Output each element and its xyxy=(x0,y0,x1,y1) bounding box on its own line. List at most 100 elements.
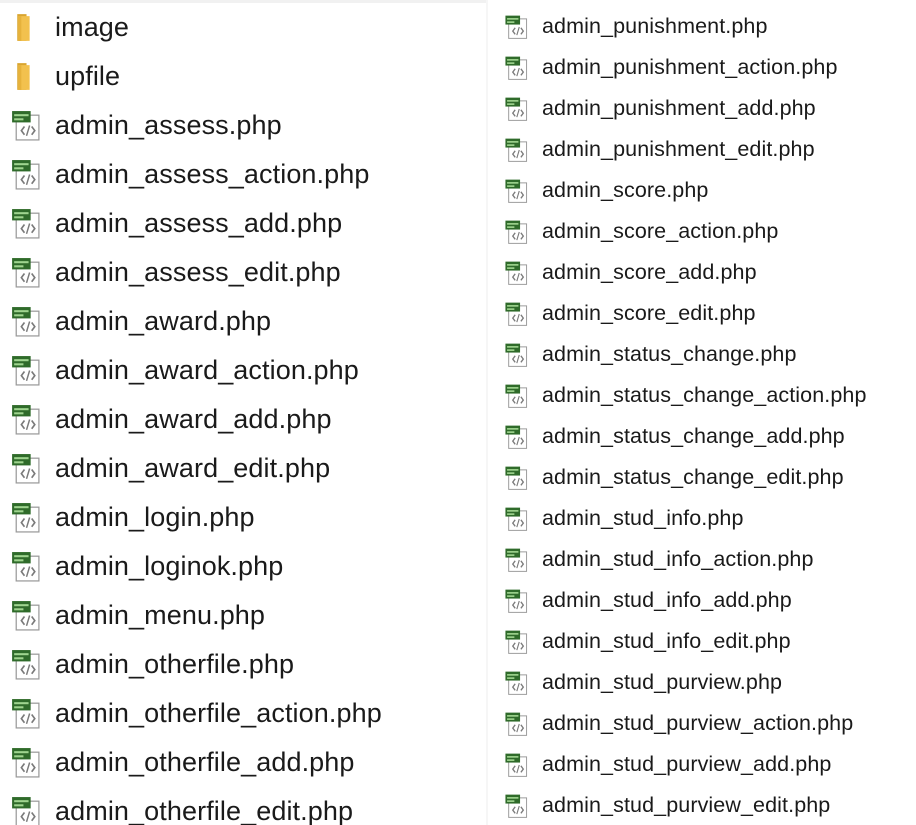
php-file-icon xyxy=(503,96,529,122)
file-item[interactable]: admin_score_add.php xyxy=(488,252,916,293)
php-file-icon xyxy=(503,14,529,40)
file-name: admin_otherfile_edit.php xyxy=(55,796,354,825)
folder-item[interactable]: upfile xyxy=(0,52,486,101)
file-item[interactable]: admin_otherfile_action.php xyxy=(0,689,486,738)
file-column-left: image upfile admin_assess.php admin_assess_… xyxy=(0,0,488,825)
php-file-icon xyxy=(503,301,529,327)
file-item[interactable]: admin_status_change_edit.php xyxy=(488,457,916,498)
php-file-icon xyxy=(503,383,529,409)
file-name: admin_otherfile_add.php xyxy=(55,747,355,777)
php-file-icon xyxy=(503,55,529,81)
file-name: admin_punishment_action.php xyxy=(542,55,838,79)
file-item[interactable]: admin_award_action.php xyxy=(0,346,486,395)
file-name: admin_stud_purview_edit.php xyxy=(542,793,831,817)
php-file-icon xyxy=(9,109,42,142)
php-file-icon xyxy=(9,550,42,583)
file-name: admin_otherfile_action.php xyxy=(55,698,382,728)
file-name: admin_assess_add.php xyxy=(55,208,343,238)
php-file-icon xyxy=(503,178,529,204)
file-item[interactable]: admin_stud_purview.php xyxy=(488,662,916,703)
folder-icon xyxy=(9,11,42,44)
file-name: admin_status_change_edit.php xyxy=(542,465,844,489)
file-name: admin_punishment_add.php xyxy=(542,96,816,120)
file-name: admin_score_add.php xyxy=(542,260,757,284)
php-file-icon xyxy=(9,207,42,240)
file-item[interactable]: admin_otherfile_edit.php xyxy=(0,787,486,825)
file-name: admin_stud_info_action.php xyxy=(542,547,814,571)
file-name: admin_punishment_edit.php xyxy=(542,137,815,161)
file-item[interactable]: admin_award_add.php xyxy=(0,395,486,444)
file-name: admin_award_add.php xyxy=(55,404,332,434)
folder-icon xyxy=(9,60,42,93)
file-item[interactable]: admin_stud_info_action.php xyxy=(488,539,916,580)
file-name: admin_award_edit.php xyxy=(55,453,331,483)
file-item[interactable]: admin_status_change.php xyxy=(488,334,916,375)
file-item[interactable]: admin_assess.php xyxy=(0,101,486,150)
file-item[interactable]: admin_punishment_action.php xyxy=(488,47,916,88)
file-item[interactable]: admin_punishment_edit.php xyxy=(488,129,916,170)
file-name: admin_award_action.php xyxy=(55,355,359,385)
file-item[interactable]: admin_score.php xyxy=(488,170,916,211)
php-file-icon xyxy=(503,219,529,245)
file-item[interactable]: admin_otherfile_add.php xyxy=(0,738,486,787)
file-item[interactable]: admin_stud_purview_add.php xyxy=(488,744,916,785)
file-item[interactable]: admin_award.php xyxy=(0,297,486,346)
file-name: image xyxy=(55,12,130,42)
file-name: admin_assess.php xyxy=(55,110,282,140)
file-name: admin_stud_info.php xyxy=(542,506,744,530)
file-item[interactable]: admin_assess_edit.php xyxy=(0,248,486,297)
php-file-icon xyxy=(9,746,42,779)
php-file-icon xyxy=(503,752,529,778)
file-name: admin_score_action.php xyxy=(542,219,779,243)
file-item[interactable]: admin_stud_info_add.php xyxy=(488,580,916,621)
file-name: admin_assess_edit.php xyxy=(55,257,341,287)
php-file-icon xyxy=(503,465,529,491)
php-file-icon xyxy=(9,697,42,730)
file-name: upfile xyxy=(55,61,121,91)
file-item[interactable]: admin_stud_purview_action.php xyxy=(488,703,916,744)
php-file-icon xyxy=(9,403,42,436)
php-file-icon xyxy=(9,158,42,191)
file-name: admin_stud_purview_add.php xyxy=(542,752,832,776)
php-file-icon xyxy=(503,711,529,737)
file-column-right: admin_punishment.php admin_punishment_act… xyxy=(488,0,916,825)
php-file-icon xyxy=(503,793,529,819)
file-item[interactable]: admin_assess_action.php xyxy=(0,150,486,199)
php-file-icon xyxy=(9,795,42,825)
php-file-icon xyxy=(503,629,529,655)
file-item[interactable]: admin_login.php xyxy=(0,493,486,542)
file-item[interactable]: admin_punishment.php xyxy=(488,6,916,47)
php-file-icon xyxy=(503,670,529,696)
file-name: admin_stud_info_add.php xyxy=(542,588,792,612)
file-item[interactable]: admin_menu.php xyxy=(0,591,486,640)
file-item[interactable]: admin_loginok.php xyxy=(0,542,486,591)
php-file-icon xyxy=(9,648,42,681)
file-item[interactable]: admin_otherfile.php xyxy=(0,640,486,689)
file-item[interactable]: admin_stud_info.php xyxy=(488,498,916,539)
file-item[interactable]: admin_assess_add.php xyxy=(0,199,486,248)
file-name: admin_award.php xyxy=(55,306,272,336)
file-name: admin_status_change_add.php xyxy=(542,424,845,448)
php-file-icon xyxy=(9,599,42,632)
folder-item[interactable]: image xyxy=(0,3,486,52)
file-name: admin_status_change_action.php xyxy=(542,383,867,407)
file-name: admin_loginok.php xyxy=(55,551,284,581)
file-item[interactable]: admin_stud_info_edit.php xyxy=(488,621,916,662)
php-file-icon xyxy=(9,256,42,289)
file-item[interactable]: admin_stud_purview_edit.php xyxy=(488,785,916,825)
file-name: admin_score.php xyxy=(542,178,709,202)
file-name: admin_punishment.php xyxy=(542,14,768,38)
file-name: admin_otherfile.php xyxy=(55,649,295,679)
file-name: admin_menu.php xyxy=(55,600,266,630)
file-item[interactable]: admin_status_change_add.php xyxy=(488,416,916,457)
file-item[interactable]: admin_status_change_action.php xyxy=(488,375,916,416)
file-item[interactable]: admin_award_edit.php xyxy=(0,444,486,493)
file-item[interactable]: admin_score_action.php xyxy=(488,211,916,252)
php-file-icon xyxy=(9,354,42,387)
file-item[interactable]: admin_score_edit.php xyxy=(488,293,916,334)
php-file-icon xyxy=(503,342,529,368)
file-name: admin_score_edit.php xyxy=(542,301,756,325)
file-item[interactable]: admin_punishment_add.php xyxy=(488,88,916,129)
php-file-icon xyxy=(503,260,529,286)
file-name: admin_status_change.php xyxy=(542,342,797,366)
